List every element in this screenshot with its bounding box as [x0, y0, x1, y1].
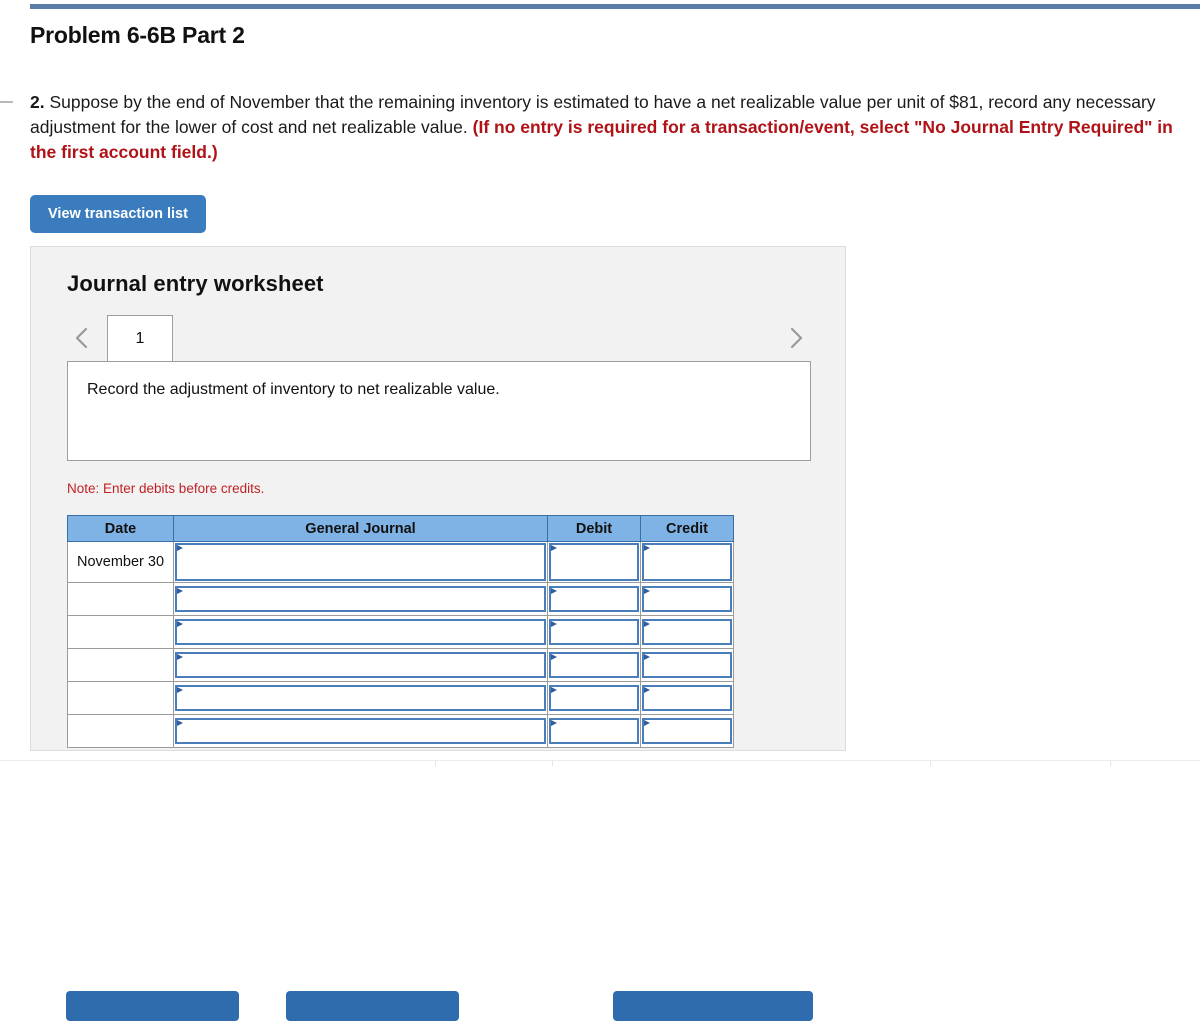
table-row — [67, 582, 734, 616]
cell-marker-icon — [177, 588, 183, 594]
input-general-journal-5[interactable] — [173, 681, 548, 715]
cell-marker-icon — [177, 621, 183, 627]
table-row: November 30 — [67, 541, 734, 583]
cell-marker-icon — [644, 687, 650, 693]
input-credit-5[interactable] — [640, 681, 734, 715]
cell-marker-icon — [177, 545, 183, 551]
cell-date[interactable] — [67, 681, 174, 715]
input-general-journal-3[interactable] — [173, 615, 548, 649]
cell-marker-icon — [551, 687, 557, 693]
input-credit-2[interactable] — [640, 582, 734, 616]
journal-entry-table: Date General Journal Debit Credit Novemb… — [67, 515, 734, 748]
input-debit-6[interactable] — [547, 714, 641, 748]
worksheet-tabstrip: 1 — [67, 315, 811, 362]
input-debit-2[interactable] — [547, 582, 641, 616]
entry-description-box: Record the adjustment of inventory to ne… — [67, 361, 811, 461]
chevron-left-icon[interactable] — [71, 325, 93, 351]
input-general-journal-4[interactable] — [173, 648, 548, 682]
cell-marker-icon — [551, 545, 557, 551]
entry-description-text: Record the adjustment of inventory to ne… — [87, 381, 500, 398]
input-credit-3[interactable] — [640, 615, 734, 649]
question-text: 2. Suppose by the end of November that t… — [30, 90, 1190, 165]
page-content: Problem 6-6B Part 2 2. Suppose by the en… — [30, 20, 1200, 183]
cell-marker-icon — [644, 720, 650, 726]
cell-marker-icon — [551, 621, 557, 627]
view-transaction-list-button[interactable]: View transaction list — [30, 195, 206, 233]
column-header-general-journal: General Journal — [173, 515, 548, 542]
input-general-journal-6[interactable] — [173, 714, 548, 748]
worksheet-action-button-2[interactable] — [286, 991, 459, 1021]
chevron-right-icon[interactable] — [785, 325, 807, 351]
input-debit-3[interactable] — [547, 615, 641, 649]
column-header-date: Date — [67, 515, 174, 542]
column-header-credit: Credit — [640, 515, 734, 542]
cell-date[interactable] — [67, 615, 174, 649]
worksheet-tab-1[interactable]: 1 — [107, 315, 173, 361]
input-general-journal-2[interactable] — [173, 582, 548, 616]
top-accent-bar — [30, 4, 1200, 9]
cell-date[interactable] — [67, 648, 174, 682]
cell-marker-icon — [644, 545, 650, 551]
page-title: Problem 6-6B Part 2 — [30, 22, 245, 48]
left-margin-tick — [0, 101, 13, 103]
column-header-debit: Debit — [547, 515, 641, 542]
worksheet-action-button-1[interactable] — [66, 991, 239, 1021]
cell-marker-icon — [177, 687, 183, 693]
cell-marker-icon — [177, 654, 183, 660]
footer-divider — [552, 761, 553, 766]
input-general-journal-1[interactable] — [173, 541, 548, 583]
table-row — [67, 648, 734, 682]
cell-marker-icon — [644, 588, 650, 594]
journal-entry-table-body: November 30 — [67, 541, 734, 748]
input-debit-4[interactable] — [547, 648, 641, 682]
cell-marker-icon — [644, 654, 650, 660]
table-row — [67, 615, 734, 649]
cell-marker-icon — [644, 621, 650, 627]
worksheet-title: Journal entry worksheet — [67, 271, 324, 296]
question-number: 2. — [30, 92, 45, 112]
cell-marker-icon — [551, 588, 557, 594]
footer-divider — [930, 761, 931, 766]
table-row — [67, 714, 734, 748]
footer-divider — [435, 761, 436, 766]
worksheet-action-buttons — [31, 991, 847, 1021]
input-credit-1[interactable] — [640, 541, 734, 583]
cell-date: November 30 — [67, 541, 174, 583]
table-header-row: Date General Journal Debit Credit — [67, 515, 734, 542]
input-credit-6[interactable] — [640, 714, 734, 748]
input-debit-5[interactable] — [547, 681, 641, 715]
footer-divider — [1110, 761, 1111, 766]
input-credit-4[interactable] — [640, 648, 734, 682]
table-row — [67, 681, 734, 715]
worksheet-tab-label: 1 — [135, 330, 145, 347]
cell-date[interactable] — [67, 582, 174, 616]
cell-date[interactable] — [67, 714, 174, 748]
input-debit-1[interactable] — [547, 541, 641, 583]
cell-marker-icon — [177, 720, 183, 726]
cell-marker-icon — [551, 654, 557, 660]
cell-marker-icon — [551, 720, 557, 726]
worksheet-action-button-3[interactable] — [613, 991, 813, 1021]
debits-before-credits-note: Note: Enter debits before credits. — [67, 481, 265, 496]
journal-entry-worksheet-card: Journal entry worksheet 1 Record the adj… — [30, 246, 846, 1021]
